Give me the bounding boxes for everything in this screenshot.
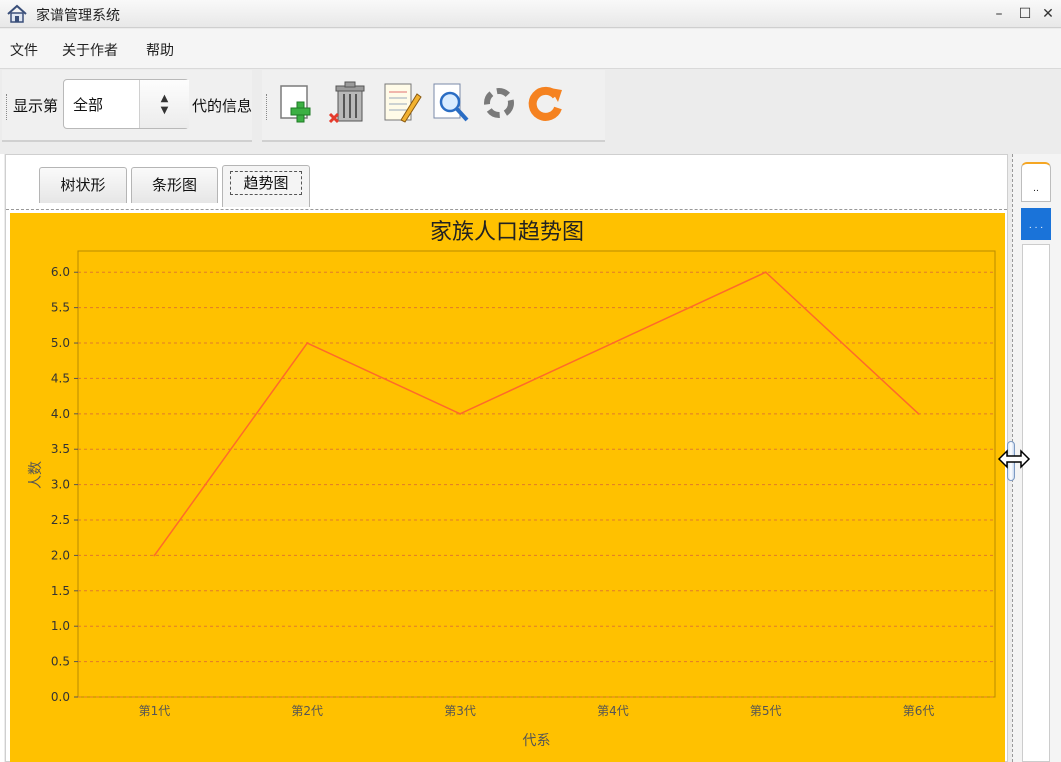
window-title: 家谱管理系统 xyxy=(36,8,120,24)
title-bar: 家谱管理系统 – ☐ ✕ xyxy=(0,0,1061,28)
data-point xyxy=(764,271,767,274)
generation-info-label: 代的信息 xyxy=(192,97,253,115)
maximize-button[interactable]: ☐ xyxy=(1015,4,1035,24)
add-member-button[interactable] xyxy=(277,80,321,126)
x-tick-label: 第4代 xyxy=(597,704,629,718)
tab-tree-label: 树状形 xyxy=(60,176,106,194)
x-axis-label: 代系 xyxy=(523,733,551,749)
left-edge-strip xyxy=(0,154,4,762)
minimize-button[interactable]: – xyxy=(989,4,1009,24)
data-point xyxy=(611,342,614,345)
search-member-button[interactable] xyxy=(430,80,474,126)
chart-title: 家族人口趋势图 xyxy=(430,220,584,245)
menu-bar: 文件 关于作者 帮助 xyxy=(0,29,1061,69)
y-tick-label: 2.0 xyxy=(51,548,70,562)
tab-trend[interactable]: 趋势图 xyxy=(222,165,310,207)
y-tick-label: 0.5 xyxy=(51,655,70,669)
recycle-icon xyxy=(484,88,514,118)
delete-member-button[interactable] xyxy=(328,80,372,126)
select-arrows-icon[interactable]: ▲ ▼ xyxy=(139,80,189,128)
trend-chart: 家族人口趋势图 0.0 0.5 1.0 1.5 2.0 2.5 3.0 3.5 4.0 4.5 5.0… xyxy=(10,213,1005,762)
y-tick-label: 4.5 xyxy=(51,371,70,385)
y-tick-label: 5.0 xyxy=(51,336,70,350)
tab-tree[interactable]: 树状形 xyxy=(39,167,127,203)
add-page-icon xyxy=(280,85,311,123)
menu-help[interactable]: 帮助 xyxy=(146,40,174,60)
trash-icon xyxy=(328,81,365,124)
resize-cursor-icon xyxy=(997,449,1031,469)
refresh-button[interactable] xyxy=(524,80,568,126)
plot-border xyxy=(77,250,996,698)
tab-separator xyxy=(6,209,1007,210)
y-tick-label: 5.5 xyxy=(51,301,70,315)
menu-about-author[interactable]: 关于作者 xyxy=(62,40,118,60)
data-point xyxy=(153,554,156,557)
side-selected-button[interactable]: . . . xyxy=(1021,208,1051,240)
y-tick-label: 6.0 xyxy=(51,265,70,279)
data-point xyxy=(306,342,309,345)
generation-select[interactable]: 全部 ▲ ▼ xyxy=(63,79,189,129)
menu-file[interactable]: 文件 xyxy=(10,40,38,60)
y-tick-label: 1.5 xyxy=(51,584,70,598)
side-list xyxy=(1022,244,1050,762)
y-tick-label: 2.5 xyxy=(51,513,70,527)
x-tick-label: 第2代 xyxy=(291,704,323,718)
toolbar-grip[interactable] xyxy=(6,94,9,120)
y-tick-label: 3.5 xyxy=(51,442,70,456)
tab-bar-chart[interactable]: 条形图 xyxy=(131,167,218,203)
action-toolbar xyxy=(262,70,605,142)
chart-svg: 家族人口趋势图 0.0 0.5 1.0 1.5 2.0 2.5 3.0 3.5 4.0 4.5 5.0… xyxy=(28,220,996,749)
x-tick-label: 第5代 xyxy=(750,704,782,718)
generation-toolbar: 显示第 全部 ▲ ▼ 代的信息 xyxy=(2,70,252,142)
y-tick-label: 1.0 xyxy=(51,619,70,633)
tab-bar-chart-label: 条形图 xyxy=(151,176,197,194)
side-collapse-button[interactable]: .. xyxy=(1021,162,1051,202)
show-generation-label: 显示第 xyxy=(13,97,59,115)
recycle-button[interactable] xyxy=(477,80,521,126)
data-point xyxy=(917,412,920,415)
x-tick-label: 第6代 xyxy=(903,704,935,718)
house-app-icon xyxy=(7,4,27,23)
y-tick-label: 3.0 xyxy=(51,478,70,492)
generation-select-value: 全部 xyxy=(73,96,104,114)
tab-trend-label: 趋势图 xyxy=(230,171,302,195)
y-tick-label: 0.0 xyxy=(51,690,70,704)
edit-notepad-icon xyxy=(384,83,422,123)
edit-member-button[interactable] xyxy=(379,80,423,126)
magnifier-icon xyxy=(433,83,469,122)
x-tick-label: 第3代 xyxy=(444,704,476,718)
y-tick-label: 4.0 xyxy=(51,407,70,421)
refresh-icon xyxy=(528,86,562,121)
x-tick-label: 第1代 xyxy=(139,704,171,718)
y-axis-label: 人数 xyxy=(28,461,44,489)
data-point xyxy=(459,412,462,415)
toolbar-grip[interactable] xyxy=(266,94,269,120)
close-button[interactable]: ✕ xyxy=(1038,4,1058,24)
